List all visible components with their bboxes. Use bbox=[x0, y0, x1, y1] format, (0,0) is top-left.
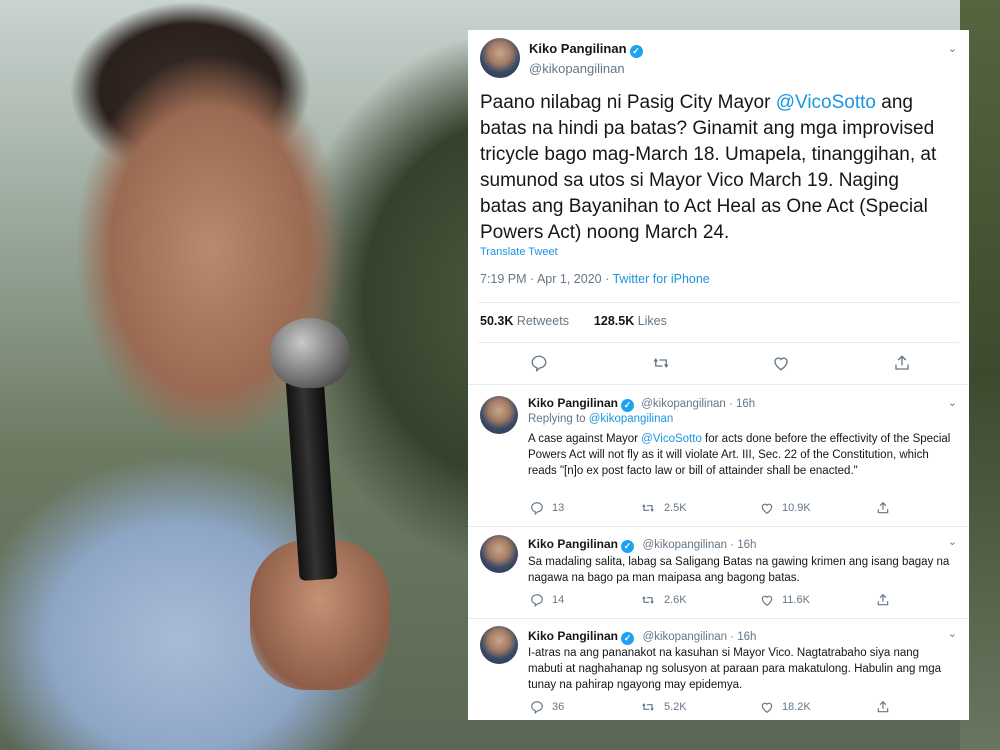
retweet-count: 2.5K bbox=[664, 502, 687, 514]
author-handle[interactable]: @kikopangilinan bbox=[529, 61, 643, 76]
author-name[interactable]: Kiko Pangilinan bbox=[528, 537, 618, 551]
like-button[interactable]: 18.2K bbox=[760, 700, 811, 714]
likes-count[interactable]: 128.5K bbox=[594, 314, 634, 328]
reply-button[interactable]: 36 bbox=[530, 700, 564, 714]
author-name[interactable]: Kiko Pangilinan bbox=[529, 41, 627, 56]
reply-icon bbox=[531, 594, 543, 607]
retweet-icon bbox=[642, 596, 654, 604]
avatar[interactable] bbox=[480, 396, 518, 434]
reply-count: 36 bbox=[552, 701, 565, 713]
translate-tweet-link[interactable]: Translate Tweet bbox=[480, 246, 558, 258]
retweet-button[interactable]: 2.5K bbox=[640, 501, 687, 515]
tweet-meta: 7:19 PM · Apr 1, 2020 · Twitter for iPho… bbox=[480, 272, 710, 286]
microphone-head bbox=[270, 318, 350, 388]
retweet-count: 2.6K bbox=[664, 594, 687, 606]
share-icon bbox=[877, 700, 889, 713]
verified-badge-icon: ✓ bbox=[621, 399, 635, 412]
reply-text: Sa madaling salita, labag sa Saligang Ba… bbox=[528, 556, 950, 584]
divider bbox=[478, 342, 959, 343]
reply-icon bbox=[531, 502, 543, 515]
author-name[interactable]: Kiko Pangilinan bbox=[528, 396, 618, 410]
avatar[interactable] bbox=[480, 626, 518, 664]
reply-button[interactable]: 13 bbox=[530, 501, 564, 515]
reply-header: Kiko Pangilinan ✓ @kikopangilinan · 16h bbox=[528, 396, 755, 412]
chevron-down-icon[interactable]: ⌄ bbox=[948, 42, 957, 55]
share-button[interactable] bbox=[893, 354, 911, 372]
retweet-icon bbox=[653, 358, 669, 368]
like-count: 18.2K bbox=[782, 701, 811, 713]
author-handle[interactable]: @kikopangilinan · 16h bbox=[642, 539, 756, 551]
like-button[interactable] bbox=[772, 354, 790, 372]
mention-link[interactable]: @VicoSotto bbox=[641, 433, 702, 445]
retweet-icon bbox=[642, 504, 654, 512]
engagement-stats: 50.3K Retweets 128.5K Likes bbox=[480, 314, 667, 328]
chevron-down-icon[interactable]: ⌄ bbox=[948, 396, 957, 409]
verified-badge-icon: ✓ bbox=[621, 632, 635, 645]
verified-badge-icon: ✓ bbox=[629, 45, 643, 58]
tweet-card: Kiko Pangilinan ✓ @kikopangilinan ⌄ Paano… bbox=[468, 30, 969, 720]
reply-header: Kiko Pangilinan ✓ @kikopangilinan · 16h bbox=[528, 627, 756, 645]
avatar[interactable] bbox=[480, 535, 518, 573]
timestamp[interactable]: 7:19 PM · Apr 1, 2020 · bbox=[480, 272, 612, 286]
heart-icon bbox=[761, 595, 773, 606]
author-handle[interactable]: @kikopangilinan · 16h bbox=[642, 631, 756, 643]
heart-icon bbox=[761, 702, 773, 713]
reply-icon bbox=[531, 701, 543, 714]
like-count: 10.9K bbox=[782, 502, 811, 514]
like-button[interactable]: 10.9K bbox=[760, 501, 811, 515]
author-name[interactable]: Kiko Pangilinan bbox=[528, 629, 618, 643]
divider bbox=[468, 384, 969, 385]
author-block: Kiko Pangilinan ✓ @kikopangilinan bbox=[529, 40, 643, 76]
likes-label[interactable]: Likes bbox=[634, 314, 667, 328]
like-button[interactable]: 11.6K bbox=[760, 593, 810, 607]
tweet-text-part: ang batas na hindi pa batas? Ginamit ang… bbox=[480, 92, 937, 243]
divider bbox=[468, 526, 969, 527]
source-link[interactable]: Twitter for iPhone bbox=[612, 272, 709, 286]
mention-link[interactable]: @VicoSotto bbox=[776, 92, 876, 113]
tweet-text-part: Paano nilabag ni Pasig City Mayor bbox=[480, 92, 776, 113]
heart-icon bbox=[761, 503, 773, 514]
share-icon bbox=[895, 355, 909, 370]
reply-text: A case against Mayor @VicoSotto for acts… bbox=[528, 431, 956, 479]
share-icon bbox=[877, 501, 889, 514]
reply-button[interactable]: 14 bbox=[530, 593, 564, 607]
reply-icon bbox=[531, 355, 547, 372]
divider bbox=[468, 618, 969, 619]
like-count: 11.6K bbox=[782, 594, 810, 606]
tweet-text: Paano nilabag ni Pasig City Mayor @VicoS… bbox=[480, 90, 950, 246]
reply-header: Kiko Pangilinan ✓ @kikopangilinan · 16h bbox=[528, 535, 756, 553]
reply-text: I-atras na ang pananakot na kasuhan si M… bbox=[528, 647, 942, 691]
retweets-count[interactable]: 50.3K bbox=[480, 314, 513, 328]
divider bbox=[478, 302, 959, 303]
share-button[interactable] bbox=[876, 501, 890, 515]
share-icon bbox=[877, 593, 889, 606]
avatar[interactable] bbox=[480, 38, 520, 78]
reply-count: 13 bbox=[552, 502, 565, 514]
share-button[interactable] bbox=[876, 700, 890, 714]
replying-to-link[interactable]: @kikopangilinan bbox=[589, 413, 674, 425]
retweet-button[interactable]: 5.2K bbox=[640, 700, 687, 714]
share-button[interactable] bbox=[876, 593, 890, 607]
replying-to-label: Replying to bbox=[528, 413, 589, 425]
verified-badge-icon: ✓ bbox=[621, 540, 635, 553]
chevron-down-icon[interactable]: ⌄ bbox=[948, 627, 957, 640]
retweets-label[interactable]: Retweets bbox=[513, 314, 569, 328]
chevron-down-icon[interactable]: ⌄ bbox=[948, 535, 957, 548]
heart-icon bbox=[774, 357, 788, 371]
replying-to: Replying to @kikopangilinan bbox=[528, 413, 673, 425]
reply-text-part: A case against Mayor bbox=[528, 433, 642, 445]
retweet-count: 5.2K bbox=[664, 701, 687, 713]
reply-button[interactable] bbox=[530, 354, 548, 372]
reply-count: 14 bbox=[552, 594, 565, 606]
retweet-icon bbox=[642, 703, 654, 711]
retweet-button[interactable]: 2.6K bbox=[640, 593, 687, 607]
retweet-button[interactable] bbox=[651, 354, 671, 372]
author-handle[interactable]: @kikopangilinan · 16h bbox=[641, 398, 755, 410]
